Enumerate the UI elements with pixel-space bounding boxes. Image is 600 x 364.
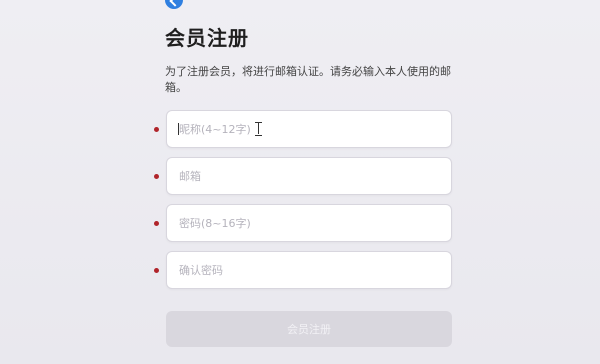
password-input[interactable]	[167, 205, 451, 241]
registration-page: 会员注册 为了注册会员，将进行邮箱认证。请务必输入本人使用的邮箱。 会员注册	[0, 0, 600, 364]
nickname-field-wrapper	[166, 110, 452, 148]
email-input[interactable]	[167, 158, 451, 194]
confirm-password-input[interactable]	[167, 252, 451, 288]
text-cursor-icon	[255, 122, 263, 136]
required-marker	[154, 221, 159, 226]
required-marker	[154, 268, 159, 273]
register-button[interactable]: 会员注册	[166, 311, 452, 347]
password-field-wrapper	[166, 204, 452, 242]
confirm-password-field-wrapper	[166, 251, 452, 289]
brand-badge-icon	[165, 0, 183, 9]
page-title: 会员注册	[165, 26, 249, 50]
required-marker	[154, 127, 159, 132]
nickname-input[interactable]	[167, 111, 451, 147]
page-description: 为了注册会员，将进行邮箱认证。请务必输入本人使用的邮箱。	[165, 65, 451, 94]
email-field-wrapper	[166, 157, 452, 195]
required-marker	[154, 174, 159, 179]
text-caret	[178, 123, 179, 135]
